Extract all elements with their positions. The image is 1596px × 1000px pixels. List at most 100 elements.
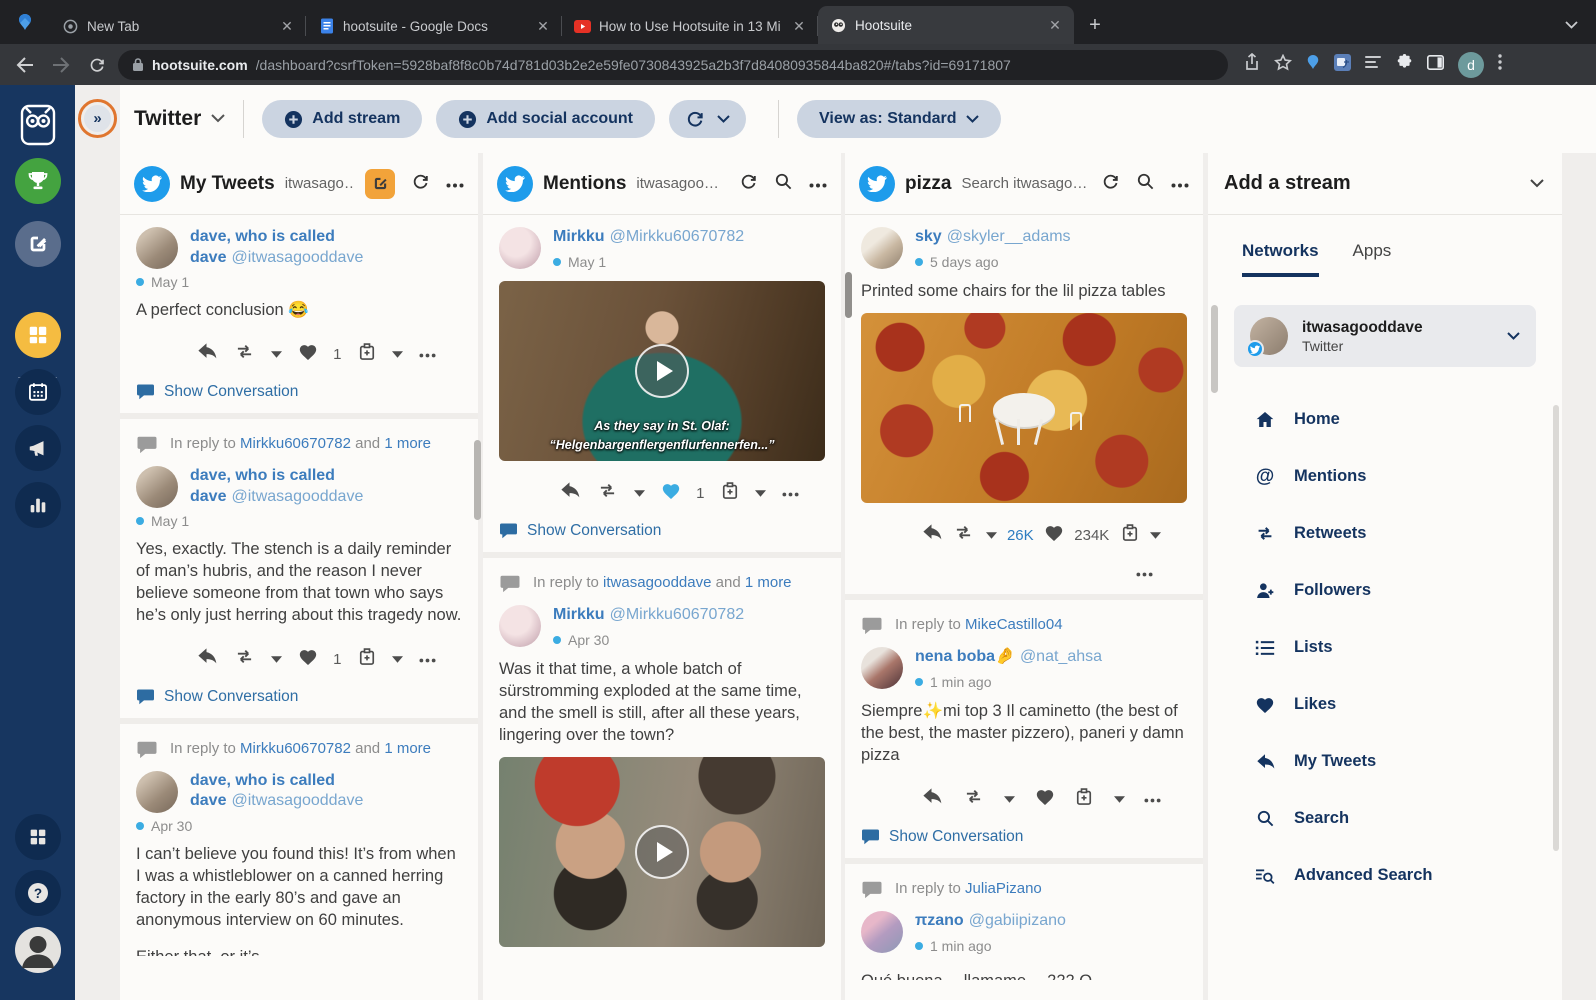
avatar[interactable] <box>861 911 903 953</box>
ellipsis-icon[interactable] <box>1136 564 1153 582</box>
view-as-button[interactable]: View as: Standard <box>797 100 1001 138</box>
retweet-chevron-icon[interactable] <box>634 484 645 502</box>
avatar[interactable] <box>136 227 178 269</box>
refresh-icon[interactable] <box>411 172 430 196</box>
tweet-time[interactable]: May 1 <box>568 253 606 271</box>
quick-compose-button[interactable] <box>365 169 395 199</box>
stream-menu-icon[interactable] <box>446 175 464 193</box>
tweet-time[interactable]: 5 days ago <box>930 253 999 271</box>
add-stream-button[interactable]: Add stream <box>262 100 422 138</box>
translate-extension-icon[interactable] <box>1334 54 1351 76</box>
tab-apps[interactable]: Apps <box>1353 241 1392 277</box>
url-bar[interactable]: hootsuite.com/dashboard?csrfToken=5928ba… <box>118 50 1228 80</box>
more-actions-chevron-icon[interactable] <box>755 484 766 502</box>
refresh-icon[interactable] <box>1101 172 1120 196</box>
tweet-author[interactable]: Mirkku <box>553 606 605 623</box>
assign-icon[interactable] <box>357 342 377 367</box>
account-selector[interactable]: itwasagooddave Twitter <box>1234 305 1536 367</box>
search-icon[interactable] <box>1136 172 1155 196</box>
more-actions-chevron-icon[interactable] <box>392 345 403 363</box>
tab-close-button[interactable]: ✕ <box>1046 17 1064 34</box>
tweet-author[interactable]: dave, who is called <box>190 228 335 245</box>
column-scrollbar[interactable] <box>474 440 481 520</box>
browser-tab-youtube[interactable]: How to Use Hootsuite in 13 Mi ✕ <box>562 8 818 44</box>
extensions-puzzle-icon[interactable] <box>1396 54 1413 76</box>
streams-button[interactable] <box>15 312 61 358</box>
tweet-media-gif[interactable]: As they say in St. Olaf: “Helgenbargenfl… <box>499 281 825 461</box>
reply-to-user-link[interactable]: itwasagooddave <box>603 574 711 591</box>
analytics-button[interactable] <box>15 482 61 528</box>
add-social-account-button[interactable]: Add social account <box>436 100 655 138</box>
tweet-time[interactable]: May 1 <box>151 513 189 529</box>
more-actions-chevron-icon[interactable] <box>1114 790 1125 808</box>
pin-extension-icon[interactable] <box>1306 54 1320 75</box>
play-button[interactable] <box>635 825 689 879</box>
tweet-author[interactable]: nena boba🤌 <box>915 648 1015 665</box>
tweet-handle[interactable]: @gabiipizano <box>969 912 1066 929</box>
bookmark-star-icon[interactable] <box>1274 54 1292 76</box>
stream-type-retweets[interactable]: Retweets <box>1208 505 1562 562</box>
promote-megaphone-button[interactable] <box>15 425 61 471</box>
stream-type-followers[interactable]: Followers <box>1208 562 1562 619</box>
retweet-chevron-icon[interactable] <box>271 345 282 363</box>
stream-menu-icon[interactable] <box>1171 175 1189 193</box>
show-conversation-link[interactable]: Show Conversation <box>136 688 462 706</box>
stream-type-home[interactable]: Home <box>1208 391 1562 448</box>
retweet-icon[interactable] <box>596 482 619 504</box>
retweet-icon[interactable] <box>233 343 256 365</box>
reading-list-icon[interactable] <box>1365 55 1382 74</box>
reply-more-link[interactable]: 1 more <box>384 435 431 452</box>
reply-icon[interactable] <box>921 787 942 811</box>
hootsuite-logo-icon[interactable] <box>15 101 61 147</box>
like-icon[interactable] <box>298 343 318 366</box>
browser-tab-hootsuite[interactable]: Hootsuite ✕ <box>818 6 1074 44</box>
tweet-author[interactable]: sky <box>915 228 942 245</box>
reply-icon[interactable] <box>921 523 942 547</box>
side-panel-icon[interactable] <box>1427 55 1444 75</box>
stream-type-search[interactable]: Search <box>1208 790 1562 847</box>
ellipsis-icon[interactable] <box>419 345 436 363</box>
play-button[interactable] <box>635 344 689 398</box>
tweet-author[interactable]: dave, who is called <box>190 772 335 789</box>
board-chevron-icon[interactable] <box>211 110 225 128</box>
avatar[interactable] <box>136 466 178 508</box>
tab-close-button[interactable]: ✕ <box>790 18 808 35</box>
profile-avatar[interactable] <box>15 927 61 973</box>
tweet-time[interactable]: 1 min ago <box>930 937 991 955</box>
reply-to-user-link[interactable]: Mirkku60670782 <box>240 740 351 757</box>
column-scrollbar[interactable] <box>845 272 852 318</box>
planner-calendar-button[interactable] <box>15 369 61 415</box>
tweet-handle[interactable]: @Mirkku60670782 <box>610 228 745 245</box>
retweet-icon[interactable] <box>952 524 975 546</box>
avatar[interactable] <box>499 227 541 269</box>
goals-trophy-button[interactable] <box>15 158 61 204</box>
avatar[interactable] <box>861 647 903 689</box>
reply-more-link[interactable]: 1 more <box>745 574 792 591</box>
retweet-chevron-icon[interactable] <box>1004 790 1015 808</box>
pinned-tab[interactable] <box>0 0 50 44</box>
show-conversation-link[interactable]: Show Conversation <box>136 383 462 401</box>
show-conversation-link[interactable]: Show Conversation <box>861 828 1187 846</box>
stream-type-lists[interactable]: Lists <box>1208 619 1562 676</box>
collapse-panel-chevron-icon[interactable] <box>1530 175 1544 193</box>
assign-icon[interactable] <box>1074 787 1094 812</box>
like-icon-liked[interactable] <box>661 482 681 505</box>
tweet-time[interactable]: May 1 <box>151 274 189 290</box>
forward-icon[interactable] <box>46 50 76 80</box>
stream-menu-icon[interactable] <box>809 175 827 193</box>
tweet-media-video[interactable] <box>499 757 825 947</box>
like-icon[interactable] <box>1044 524 1064 547</box>
reload-icon[interactable] <box>82 50 112 80</box>
kebab-menu-icon[interactable] <box>1498 54 1502 75</box>
more-actions-chevron-icon[interactable] <box>1150 526 1161 544</box>
refresh-streams-button[interactable] <box>669 100 746 138</box>
tweet-handle[interactable]: @Mirkku60670782 <box>610 606 745 623</box>
browser-profile-avatar[interactable]: d <box>1458 52 1484 78</box>
ellipsis-icon[interactable] <box>419 650 436 668</box>
reply-to-user-link[interactable]: MikeCastillo04 <box>965 616 1063 633</box>
reply-icon[interactable] <box>196 342 217 366</box>
refresh-icon[interactable] <box>739 172 758 196</box>
tweet-author[interactable]: Mirkku <box>553 228 605 245</box>
share-icon[interactable] <box>1244 53 1260 76</box>
retweet-icon[interactable] <box>233 648 256 670</box>
